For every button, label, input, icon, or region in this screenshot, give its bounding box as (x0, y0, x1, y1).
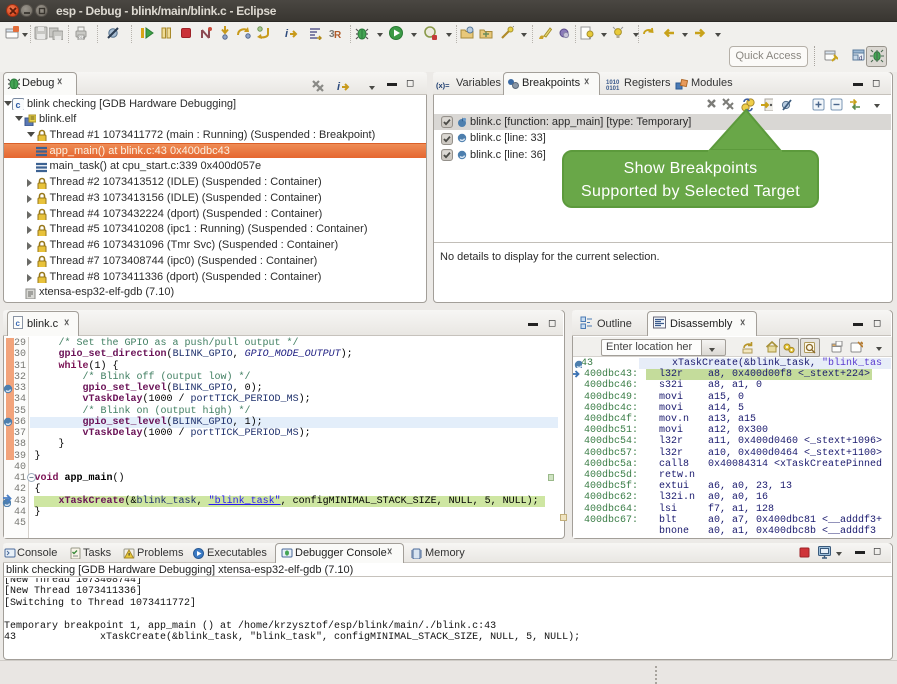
svg-text:R: R (334, 30, 342, 40)
svg-text:c: c (16, 100, 21, 110)
svg-text:010: 010 (79, 35, 86, 40)
svg-text:(x)=: (x)= (436, 81, 450, 90)
svg-text:i: i (337, 81, 341, 93)
svg-text:c: c (16, 319, 21, 328)
svg-text:i: i (285, 28, 289, 40)
svg-text:d: d (859, 56, 862, 62)
svg-text:0101: 0101 (606, 86, 620, 91)
